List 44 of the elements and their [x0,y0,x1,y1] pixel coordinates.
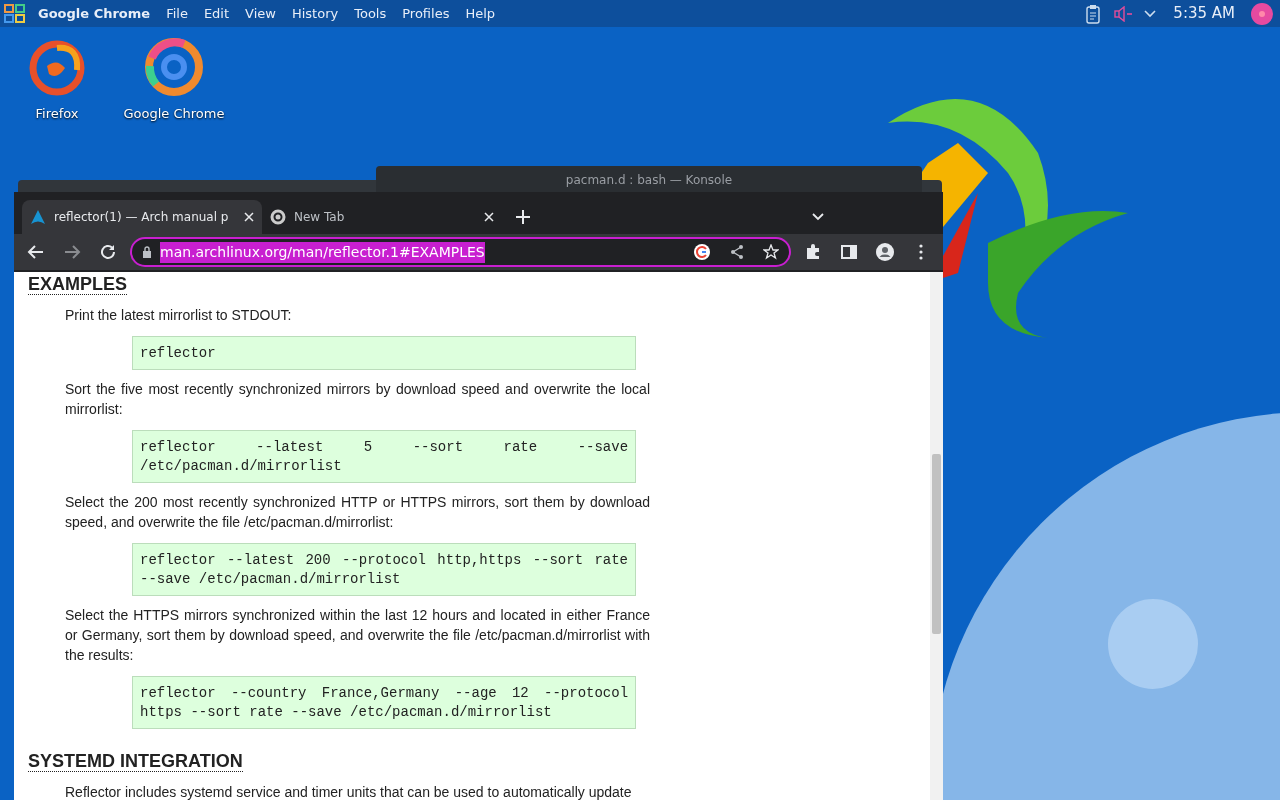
avatar-icon[interactable] [1251,2,1273,25]
triangle-icon [30,209,46,225]
desktop-icon-label[interactable]: Firefox [2,104,112,124]
code-block: reflector --latest 5 --sort rate --save /etc/pacman.d/mirrorlist [132,430,636,483]
paragraph: Select the HTTPS mirrors synchronized within the last 12 hours and located in either France or Germany, sort them by download speed, and overwrite the file /etc/pacman.d/mirrorlist with the results: [65,606,650,665]
ring-icon [270,209,286,225]
launcher-icon[interactable] [4,3,26,24]
section-heading: SYSTEMD INTEGRATION [28,751,243,772]
g-logo-icon[interactable] [693,243,711,261]
scrollbar-thumb[interactable] [932,454,941,634]
menu-item[interactable]: Tools [346,3,395,24]
window-title: pacman.d : bash — Konsole [565,173,733,187]
menu-item[interactable]: Help [457,3,504,24]
browser-tab[interactable]: New Tab [262,200,502,234]
section-heading: EXAMPLES [28,274,128,295]
close-icon[interactable] [244,212,254,222]
menu-item[interactable]: View [237,3,284,24]
chevron-down-icon[interactable] [1143,8,1158,19]
code-block: reflector --latest 200 --protocol http,https --sort rate --save /etc/pacman.d/mirrorlist [132,543,636,596]
star-icon[interactable] [763,244,779,260]
menu-item[interactable]: History [283,3,347,24]
clock: 5:35 AM [1173,3,1235,25]
browser-tab[interactable]: reflector(1) — Arch manual p [22,200,262,234]
menu-item[interactable]: Profiles [394,3,458,24]
menu-item[interactable]: File [158,3,196,24]
code-block: reflector [132,336,636,370]
ring-icon[interactable] [144,36,204,98]
scrollbar[interactable] [930,272,943,800]
active-app-name: Google Chrome [38,4,151,23]
paragraph: Print the latest mirrorlist to STDOUT: [65,306,293,325]
chevron-down-icon[interactable] [811,212,825,222]
paragraph: Select the 200 most recently synchronized HTTP or HTTPS mirrors, sort them by download speed, and overwrite the file /etc/pacman.d/mirrorlist: [65,493,650,532]
paragraph: Sort the five most recently synchronized mirrors by download speed and overwrite the local mirrorlist: [65,380,650,419]
url-text: man.archlinux.org/man/reflector.1#EXAMPLES [160,241,485,263]
share-icon[interactable] [729,244,745,260]
clipboard-icon[interactable] [1085,3,1102,24]
desktop-icon-label[interactable]: Google Chrome [119,104,229,124]
plus-icon[interactable] [516,210,530,224]
paragraph: Reflector includes systemd service and timer units that can be used to automatically update [65,783,633,800]
lock-icon [142,246,152,258]
code-block: reflector --country France,Germany --age 12 --protocol https --sort rate --save /etc/pacman.d/mirrorlist [132,676,636,729]
menu-item[interactable]: Edit [195,3,238,24]
close-icon[interactable] [484,212,494,222]
address-bar[interactable]: man.archlinux.org/man/reflector.1#EXAMPLES [130,237,791,267]
